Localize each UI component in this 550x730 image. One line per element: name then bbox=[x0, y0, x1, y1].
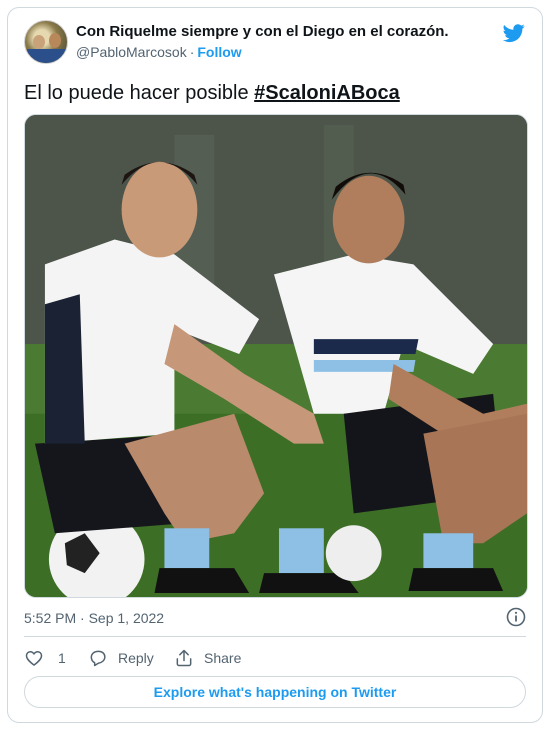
reply-bubble-icon bbox=[90, 650, 106, 667]
separator-dot: · bbox=[189, 44, 195, 60]
divider bbox=[24, 636, 526, 637]
tweet-photo[interactable] bbox=[24, 114, 528, 598]
reply-button[interactable]: Reply bbox=[88, 646, 154, 670]
twitter-bird-icon[interactable] bbox=[502, 22, 526, 44]
tweet-body: El lo puede hacer posible bbox=[24, 82, 255, 104]
info-icon[interactable] bbox=[506, 607, 526, 627]
tweet-timestamp[interactable]: 5:52 PM · Sep 1, 2022 bbox=[24, 608, 164, 628]
photo-illustration bbox=[25, 115, 527, 597]
like-count: 1 bbox=[58, 650, 66, 666]
author-handle[interactable]: @PabloMarcosok bbox=[76, 44, 187, 60]
tweet-header: Con Riquelme siempre y con el Diego en e… bbox=[24, 20, 526, 64]
author-info: Con Riquelme siempre y con el Diego en e… bbox=[76, 22, 449, 62]
explore-twitter-button[interactable]: Explore what's happening on Twitter bbox=[24, 676, 526, 708]
author-handle-row: @PabloMarcosok · Follow bbox=[76, 42, 449, 62]
follow-button[interactable]: Follow bbox=[197, 44, 241, 60]
tweet-text: El lo puede hacer posible #ScaloniABoca bbox=[24, 80, 400, 106]
share-button[interactable]: Share bbox=[174, 646, 241, 670]
author-display-name[interactable]: Con Riquelme siempre y con el Diego en e… bbox=[76, 22, 449, 42]
hashtag-link[interactable]: #ScaloniABoca bbox=[254, 82, 400, 104]
share-upload-icon bbox=[176, 649, 192, 667]
avatar[interactable] bbox=[24, 20, 68, 64]
share-label: Share bbox=[204, 650, 242, 666]
heart-icon bbox=[25, 650, 43, 667]
like-button[interactable]: 1 bbox=[24, 646, 66, 670]
reply-label: Reply bbox=[118, 650, 154, 666]
tweet-card[interactable]: Con Riquelme siempre y con el Diego en e… bbox=[7, 7, 543, 723]
